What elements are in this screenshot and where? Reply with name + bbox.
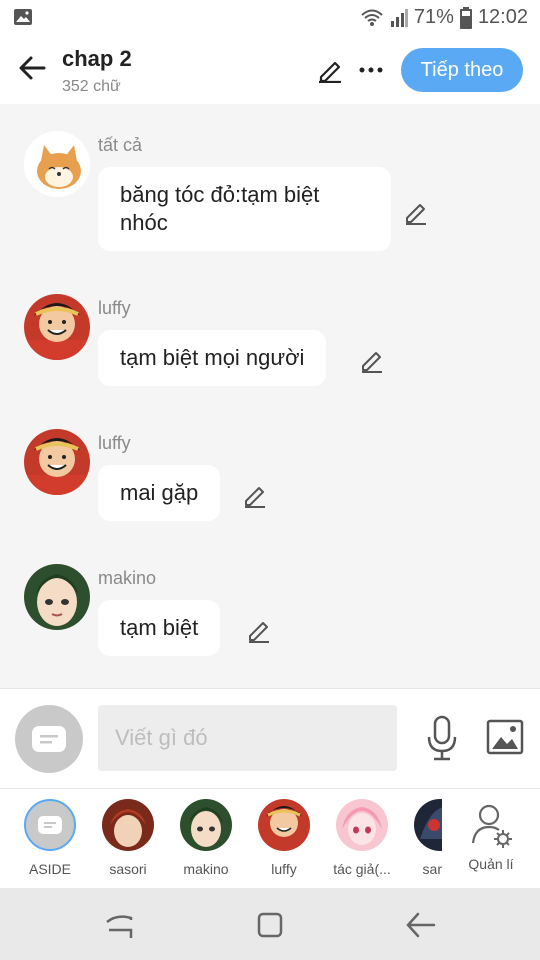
more-options-button[interactable] [355, 54, 387, 86]
character-name: tác giả(... [333, 861, 391, 877]
message-bubble[interactable]: băng tóc đỏ:tạm biệt nhóc [98, 167, 391, 251]
chat-bubble-icon [32, 726, 66, 752]
makino-avatar[interactable] [24, 564, 90, 630]
message-bubble[interactable]: tạm biệt [98, 600, 221, 656]
character-aside[interactable]: ASIDE [10, 799, 90, 877]
image-icon[interactable] [486, 719, 524, 755]
luffy-avatar[interactable] [24, 429, 90, 495]
aside-toggle-button[interactable] [15, 705, 83, 773]
aside-avatar [24, 799, 76, 851]
sasori-avatar [102, 799, 154, 851]
message-bubble[interactable]: tạm biệt mọi người [98, 330, 327, 386]
edit-message-icon[interactable] [245, 616, 273, 644]
makino-avatar [180, 799, 232, 851]
character-name: luffy [271, 861, 297, 877]
microphone-icon[interactable] [424, 715, 460, 761]
character-name: sasori [109, 861, 147, 877]
gallery-notification-icon [14, 9, 32, 25]
top-bar: chap 2 352 chữ Tiếp theo [0, 36, 540, 104]
edit-message-icon[interactable] [402, 198, 430, 226]
chat-area[interactable]: tất cả băng tóc đỏ:tạm biệt nhóc luffy t… [0, 104, 540, 688]
battery-icon [459, 6, 472, 29]
luffy-avatar [258, 799, 310, 851]
recent-apps-icon[interactable] [103, 908, 137, 942]
chat-bubble-icon [38, 816, 62, 834]
status-bar: 71% 12:02 [0, 0, 540, 36]
luffy-avatar[interactable] [24, 294, 90, 360]
system-navigation-bar [0, 888, 540, 960]
sender-name: luffy [98, 298, 131, 318]
back-nav-icon[interactable] [404, 908, 438, 942]
back-button[interactable] [14, 50, 50, 86]
character-luffy[interactable]: luffy [244, 799, 324, 877]
composer [0, 688, 540, 788]
character-partial[interactable]: sar [400, 799, 442, 877]
character-sasori[interactable]: sasori [88, 799, 168, 877]
edit-message-icon[interactable] [241, 481, 269, 509]
partial-avatar [414, 799, 442, 851]
sender-name: luffy [98, 433, 131, 453]
signal-icon [390, 8, 408, 27]
wifi-icon [361, 9, 383, 26]
sender-name: tất cả [98, 135, 143, 155]
shiba-avatar[interactable] [24, 131, 90, 197]
sender-name: makino [98, 568, 157, 588]
character-name: sar [422, 861, 442, 877]
message-input[interactable] [98, 705, 397, 771]
arrow-left-icon [19, 56, 46, 80]
edit-message-icon[interactable] [358, 346, 386, 374]
character-makino[interactable]: makino [166, 799, 246, 877]
character-name: ASIDE [28, 861, 71, 877]
next-button[interactable]: Tiếp theo [401, 48, 523, 92]
edit-chapter-button[interactable] [314, 54, 346, 86]
more-dots-icon [359, 67, 383, 73]
battery-percent: 71% [413, 6, 454, 28]
character-selector: ASIDE sasori makino luffy tác giả(... sa… [0, 788, 540, 888]
pencil-icon [319, 61, 341, 83]
clock: 12:02 [477, 6, 528, 28]
word-count: 352 chữ [62, 78, 121, 95]
page-title: chap 2 [62, 46, 132, 71]
home-icon[interactable] [253, 908, 287, 942]
message-bubble[interactable]: mai gặp [98, 465, 221, 521]
author-avatar [336, 799, 388, 851]
character-name: makino [183, 861, 229, 877]
character-author[interactable]: tác giả(... [322, 799, 402, 877]
user-settings-icon [471, 804, 512, 848]
character-name: Quản lí [468, 856, 514, 872]
manage-characters-button[interactable]: Quản lí [451, 799, 531, 872]
